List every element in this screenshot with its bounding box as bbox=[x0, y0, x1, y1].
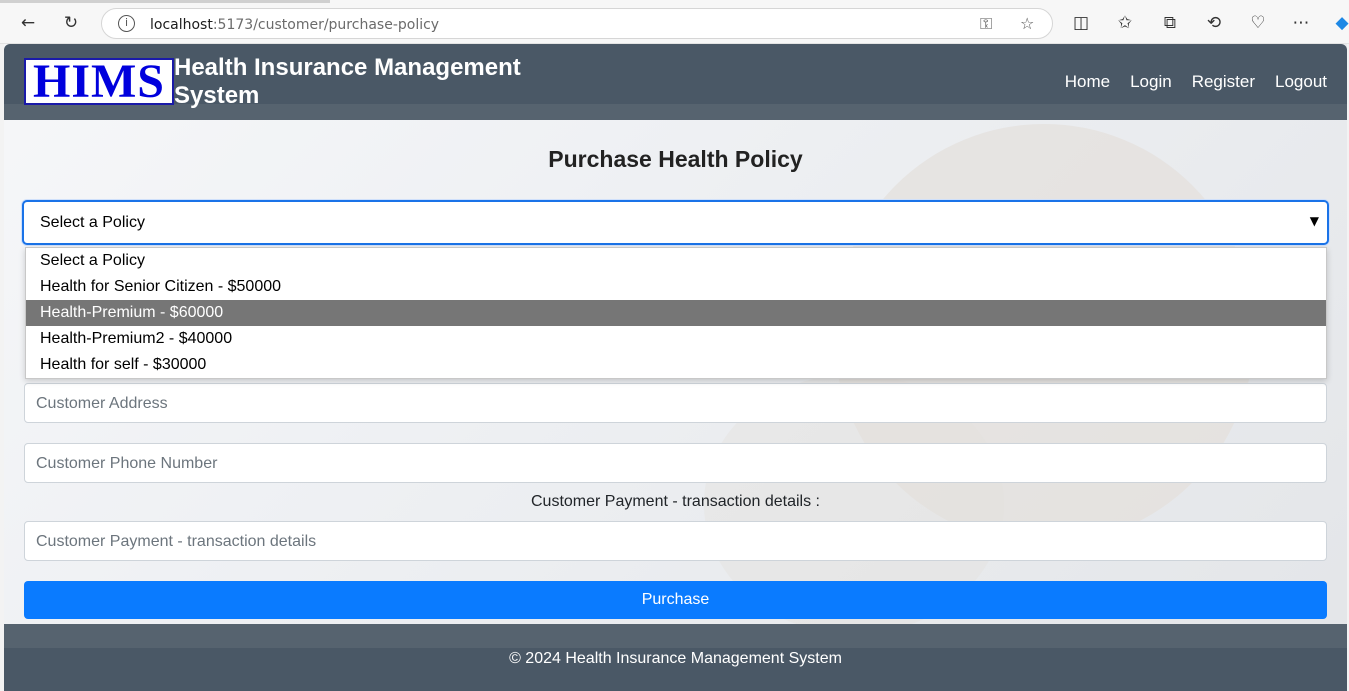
footer-shade bbox=[4, 624, 1347, 648]
favorites-icon[interactable]: ✩ bbox=[1111, 9, 1139, 37]
split-screen-icon[interactable]: ◫ bbox=[1067, 9, 1095, 37]
logo[interactable]: HIMS bbox=[24, 54, 174, 108]
nav-links: Home Login Register Logout bbox=[1065, 72, 1327, 92]
policy-option[interactable]: Select a Policy bbox=[26, 248, 1326, 274]
policy-dropdown-list: Select a Policy Health for Senior Citize… bbox=[25, 247, 1327, 379]
browser-toolbar: ← ↻ i localhost:5173/customer/purchase-p… bbox=[0, 0, 1349, 44]
footer-copyright: © 2024 Health Insurance Management Syste… bbox=[509, 650, 842, 667]
policy-option[interactable]: Health-Premium2 - $40000 bbox=[26, 326, 1326, 352]
page: HIMS Health Insurance Management System … bbox=[4, 44, 1347, 691]
navbar: HIMS Health Insurance Management System … bbox=[4, 44, 1347, 120]
favorite-star-icon[interactable]: ☆ bbox=[1020, 14, 1034, 33]
nav-login-link[interactable]: Login bbox=[1130, 72, 1172, 92]
collections-icon[interactable]: ⧉ bbox=[1156, 9, 1184, 37]
reload-icon[interactable]: ↻ bbox=[57, 9, 85, 37]
customer-address-input[interactable]: Customer Address bbox=[24, 383, 1327, 423]
address-bar[interactable]: i localhost:5173/customer/purchase-polic… bbox=[101, 8, 1053, 39]
more-menu-icon[interactable]: ⋯ bbox=[1287, 9, 1315, 37]
copilot-icon[interactable]: ◆ bbox=[1328, 9, 1349, 37]
nav-register-link[interactable]: Register bbox=[1192, 72, 1255, 92]
url-text: localhost:5173/customer/purchase-policy bbox=[150, 17, 440, 33]
policy-select[interactable]: Select a Policy ▼ bbox=[22, 200, 1329, 245]
chevron-down-icon: ▼ bbox=[1309, 214, 1319, 228]
policy-option-highlighted[interactable]: Health-Premium - $60000 bbox=[26, 300, 1326, 326]
tab-strip-edge bbox=[0, 0, 330, 3]
purchase-form: Purchase Health Policy Select a Policy ▼… bbox=[4, 120, 1347, 624]
customer-payment-placeholder: Customer Payment - transaction details bbox=[36, 533, 317, 550]
payment-label: Customer Payment - transaction details : bbox=[530, 493, 820, 510]
browser-essentials-icon[interactable]: ♡ bbox=[1244, 9, 1272, 37]
customer-address-placeholder: Customer Address bbox=[36, 395, 168, 412]
footer: © 2024 Health Insurance Management Syste… bbox=[4, 624, 1347, 691]
policy-option[interactable]: Health for Senior Citizen - $50000 bbox=[26, 274, 1326, 300]
site-info-icon[interactable]: i bbox=[118, 15, 135, 32]
page-title: Purchase Health Policy bbox=[548, 146, 803, 172]
back-arrow-icon[interactable]: ← bbox=[14, 9, 42, 37]
site-title: Health Insurance Management System bbox=[174, 54, 521, 109]
policy-option[interactable]: Health for self - $30000 bbox=[26, 352, 1326, 378]
logo-text: HIMS bbox=[32, 54, 165, 108]
nav-logout-link[interactable]: Logout bbox=[1275, 72, 1327, 92]
customer-payment-input[interactable]: Customer Payment - transaction details bbox=[24, 521, 1327, 561]
customer-phone-placeholder: Customer Phone Number bbox=[36, 455, 218, 472]
policy-select-value: Select a Policy bbox=[40, 214, 145, 231]
customer-phone-input[interactable]: Customer Phone Number bbox=[24, 443, 1327, 483]
key-icon[interactable]: ⚿ bbox=[980, 14, 992, 34]
nav-home-link[interactable]: Home bbox=[1065, 72, 1110, 92]
history-icon[interactable]: ⟲ bbox=[1200, 9, 1228, 37]
purchase-button[interactable]: Purchase bbox=[24, 581, 1327, 619]
